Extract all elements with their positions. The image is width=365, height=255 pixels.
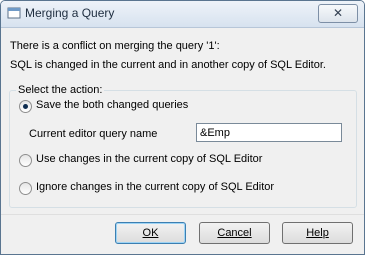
dialog-icon (7, 7, 21, 19)
radio-label: Ignore changes in the current copy of SQ… (36, 181, 275, 193)
dialog-content: There is a conflict on merging the query… (1, 28, 364, 214)
ok-button[interactable]: OK (115, 222, 186, 244)
radio-label: Save the both changed queries (36, 99, 189, 111)
radio-button[interactable] (19, 154, 32, 167)
query-name-input[interactable] (196, 123, 342, 142)
conflict-detail: SQL is changed in the current and in ano… (10, 59, 326, 71)
help-button-label: Help (306, 227, 329, 239)
action-group-label: Select the action: (16, 84, 105, 96)
radio-label: Use changes in the current copy of SQL E… (36, 153, 263, 165)
query-name-label: Current editor query name (29, 128, 158, 140)
conflict-message: There is a conflict on merging the query… (10, 40, 220, 52)
radio-button[interactable] (19, 182, 32, 195)
help-button[interactable]: Help (282, 222, 353, 244)
close-icon: ✕ (332, 6, 344, 20)
title-bar[interactable]: Merging a Query ✕ (1, 1, 364, 28)
cancel-button-label: Cancel (217, 227, 252, 239)
ok-button-label: OK (142, 227, 159, 239)
dialog-title: Merging a Query (25, 6, 115, 20)
radio-button[interactable] (19, 100, 32, 113)
radio-selected-dot (23, 104, 28, 109)
cancel-button[interactable]: Cancel (199, 222, 270, 244)
close-button[interactable]: ✕ (318, 4, 358, 23)
footer-divider (1, 214, 364, 215)
dialog-window: Merging a Query ✕ There is a conflict on… (0, 0, 365, 255)
